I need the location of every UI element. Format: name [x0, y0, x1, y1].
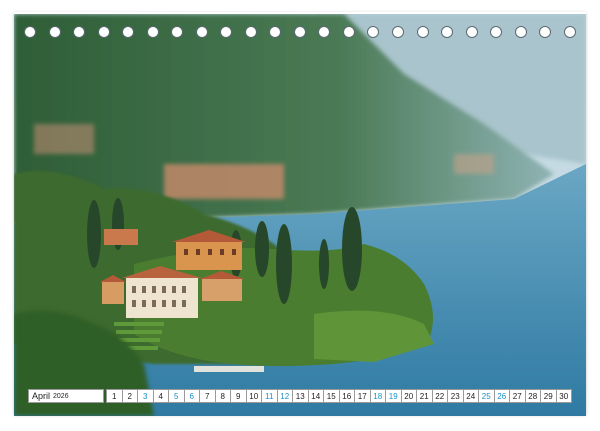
day-cell: 5	[169, 389, 185, 403]
day-cell: 11	[262, 389, 278, 403]
binding-hole	[367, 26, 380, 38]
binding-hole	[195, 26, 208, 38]
binding-hole	[490, 26, 503, 38]
binding-hole	[73, 26, 86, 38]
binding-hole	[539, 26, 552, 38]
day-cell: 9	[231, 389, 247, 403]
day-cell: 4	[153, 389, 169, 403]
day-cell: 12	[277, 389, 293, 403]
day-cell: 6	[184, 389, 200, 403]
day-cell: 24	[463, 389, 479, 403]
binding-hole	[441, 26, 454, 38]
day-cell: 22	[432, 389, 448, 403]
binding-hole	[514, 26, 527, 38]
binding-hole	[293, 26, 306, 38]
binding-hole	[48, 26, 61, 38]
day-cell: 13	[293, 389, 309, 403]
binding-hole	[416, 26, 429, 38]
day-cell: 2	[122, 389, 138, 403]
binding-hole	[269, 26, 282, 38]
day-cell: 20	[401, 389, 417, 403]
month-name: April	[32, 391, 51, 401]
binding-hole	[171, 26, 184, 38]
day-cell: 27	[510, 389, 526, 403]
day-cell: 1	[106, 389, 123, 403]
day-cell: 15	[324, 389, 340, 403]
day-cell: 3	[138, 389, 154, 403]
binding-hole	[318, 26, 331, 38]
day-cell: 21	[417, 389, 433, 403]
landscape-illustration	[14, 14, 586, 416]
day-cell: 25	[479, 389, 495, 403]
day-cell: 14	[308, 389, 324, 403]
binding-hole	[465, 26, 478, 38]
day-cells: 1 2 3 4 5 6 7 8 9 10 11 12 13 14 15 16 17 18 19 20 21 22 23 24 2…	[106, 389, 572, 403]
binding-hole	[391, 26, 404, 38]
binding-hole	[244, 26, 257, 38]
binding-hole	[24, 26, 36, 38]
day-cell: 16	[339, 389, 355, 403]
binding-hole	[97, 26, 110, 38]
calendar-strip: April 2026 1 2 3 4 5 6 7 8 9 10 11 12 13 14 15 16 17 18 19…	[28, 389, 572, 403]
day-cell: 8	[215, 389, 231, 403]
dock	[194, 366, 264, 372]
day-cell: 17	[355, 389, 371, 403]
year: 2026	[53, 392, 69, 400]
month-label-box: April 2026	[28, 389, 104, 403]
day-cell: 28	[525, 389, 541, 403]
lake-villa-photo	[14, 14, 586, 416]
binding-hole	[342, 26, 355, 38]
binding-holes	[18, 24, 582, 40]
day-cell: 30	[556, 389, 572, 403]
day-cell: 26	[494, 389, 510, 403]
binding-hole	[220, 26, 233, 38]
day-cell: 19	[386, 389, 402, 403]
day-cell: 29	[541, 389, 557, 403]
day-cell: 7	[200, 389, 216, 403]
day-cell: 23	[448, 389, 464, 403]
day-cell: 10	[246, 389, 262, 403]
binding-hole	[122, 26, 135, 38]
day-cell: 18	[370, 389, 386, 403]
binding-hole	[146, 26, 159, 38]
binding-hole	[563, 26, 576, 38]
